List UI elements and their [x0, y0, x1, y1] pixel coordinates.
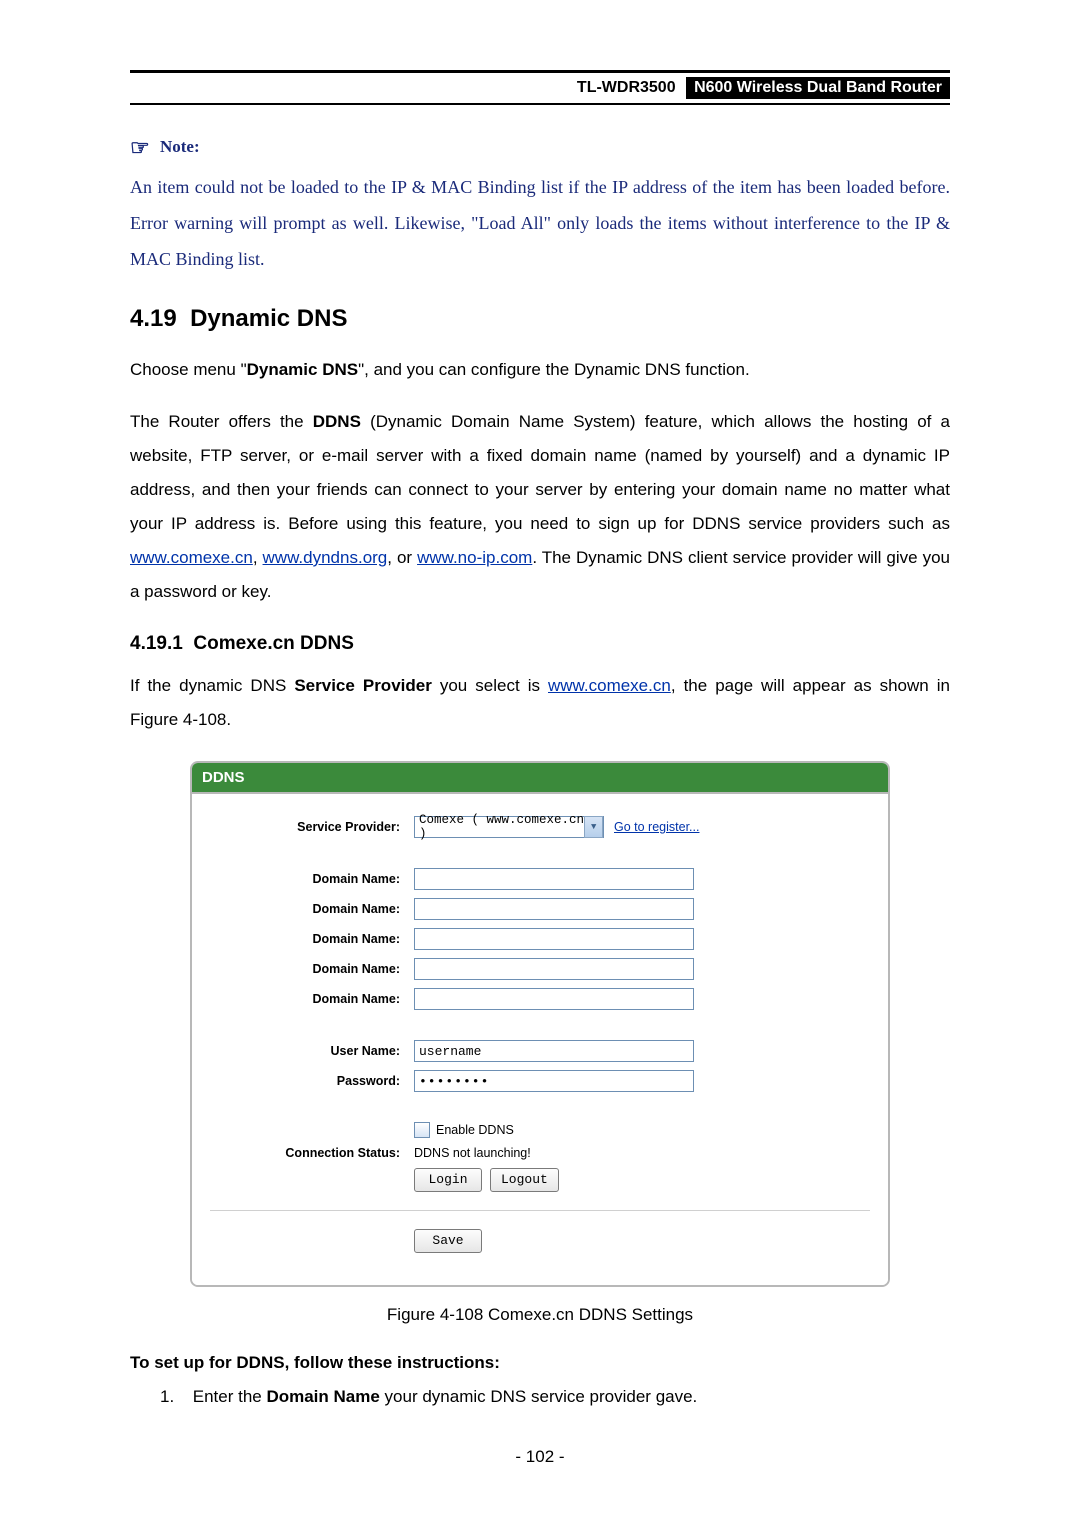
- subsection-title: Comexe.cn DDNS: [193, 633, 354, 654]
- intro-paragraph-1: Choose menu "Dynamic DNS", and you can c…: [130, 353, 950, 387]
- domain-name-input-1[interactable]: [414, 868, 694, 890]
- note-body: An item could not be loaded to the IP & …: [130, 169, 950, 277]
- subsection-heading: 4.19.1 Comexe.cn DDNS: [130, 633, 950, 655]
- page-number: - 102 -: [130, 1447, 950, 1467]
- domain-name-input-5[interactable]: [414, 988, 694, 1010]
- label-domain-name-4: Domain Name:: [210, 962, 414, 976]
- service-provider-value: Comexe ( www.comexe.cn ): [419, 813, 584, 841]
- link-comexe-2[interactable]: www.comexe.cn: [548, 676, 671, 695]
- domain-name-input-4[interactable]: [414, 958, 694, 980]
- logout-button[interactable]: Logout: [490, 1168, 559, 1192]
- section-number: 4.19: [130, 305, 177, 332]
- ddns-panel-title: DDNS: [192, 763, 888, 794]
- step-1: 1. Enter the Domain Name your dynamic DN…: [160, 1387, 950, 1407]
- section-heading: 4.19 Dynamic DNS: [130, 305, 950, 333]
- link-dyndns[interactable]: www.dyndns.org: [263, 548, 388, 567]
- label-domain-name-1: Domain Name:: [210, 872, 414, 886]
- pointing-hand-icon: ☞: [130, 135, 150, 160]
- label-domain-name-3: Domain Name:: [210, 932, 414, 946]
- go-to-register-link[interactable]: Go to register...: [614, 820, 699, 834]
- service-provider-select[interactable]: Comexe ( www.comexe.cn ) ▼: [414, 816, 604, 838]
- subsection-paragraph: If the dynamic DNS Service Provider you …: [130, 669, 950, 737]
- connection-status-value: DDNS not launching!: [414, 1146, 531, 1160]
- figure-caption: Figure 4-108 Comexe.cn DDNS Settings: [130, 1305, 950, 1325]
- subsection-number: 4.19.1: [130, 633, 183, 654]
- link-comexe[interactable]: www.comexe.cn: [130, 548, 253, 567]
- chevron-down-icon: ▼: [584, 816, 603, 838]
- label-user-name: User Name:: [210, 1044, 414, 1058]
- label-domain-name-5: Domain Name:: [210, 992, 414, 1006]
- label-password: Password:: [210, 1074, 414, 1088]
- login-button[interactable]: Login: [414, 1168, 482, 1192]
- domain-name-input-3[interactable]: [414, 928, 694, 950]
- enable-ddns-label: Enable DDNS: [436, 1123, 514, 1137]
- ddns-panel: DDNS Service Provider: Comexe ( www.come…: [190, 761, 890, 1287]
- header-title: N600 Wireless Dual Band Router: [686, 77, 950, 99]
- note-label: Note:: [160, 137, 200, 156]
- save-button[interactable]: Save: [414, 1229, 482, 1253]
- password-input[interactable]: [414, 1070, 694, 1092]
- header-model: TL-WDR3500: [577, 79, 682, 96]
- section-title: Dynamic DNS: [190, 305, 347, 332]
- label-domain-name-2: Domain Name:: [210, 902, 414, 916]
- domain-name-input-2[interactable]: [414, 898, 694, 920]
- username-input[interactable]: [414, 1040, 694, 1062]
- note-heading: ☞ Note:: [130, 135, 950, 161]
- label-connection-status: Connection Status:: [210, 1146, 414, 1160]
- intro-paragraph-2: The Router offers the DDNS (Dynamic Doma…: [130, 405, 950, 609]
- setup-heading: To set up for DDNS, follow these instruc…: [130, 1353, 950, 1373]
- link-noip[interactable]: www.no-ip.com: [417, 548, 532, 567]
- enable-ddns-checkbox[interactable]: [414, 1122, 430, 1138]
- label-service-provider: Service Provider:: [210, 820, 414, 834]
